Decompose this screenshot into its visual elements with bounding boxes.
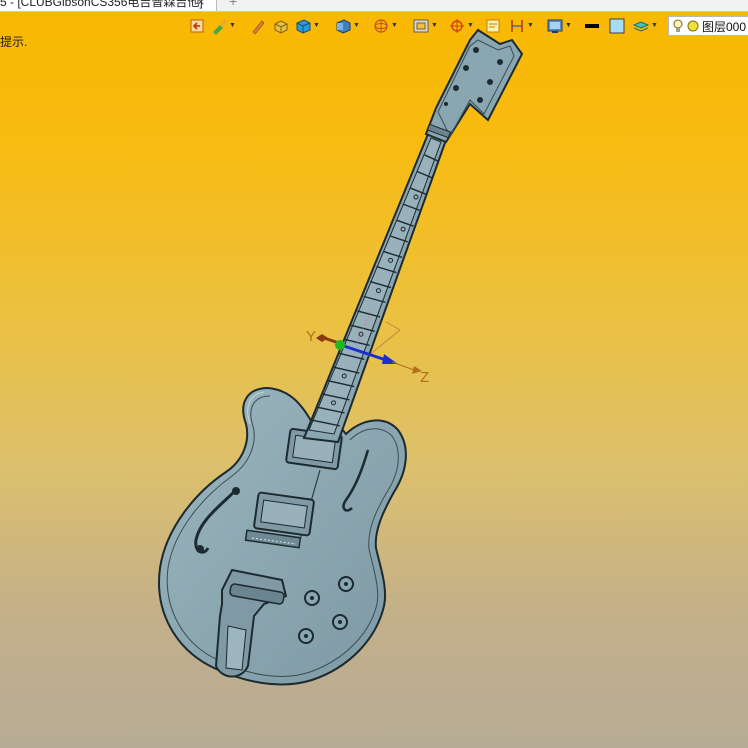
chevron-down-icon: ▼ [313, 22, 320, 29]
origin-crosshair-button[interactable]: ▼ [448, 15, 474, 37]
document-tab[interactable]: 5 - [CLUBGibsonCS356电吉普森吉他] × [0, 0, 217, 11]
paint-brush-icon [213, 19, 227, 35]
origin-crosshair-icon [450, 19, 464, 33]
view-toolbar: ▼ ▼ ▼ ▼ ▼ ▼ ▼ ▼ ▼ 图层000 [186, 15, 748, 37]
exit-sketch-icon [190, 19, 204, 33]
prompt-hint: 提示. [0, 35, 28, 49]
line-color-button[interactable] [584, 15, 600, 37]
wireframe-sphere-button[interactable]: ▼ [372, 15, 398, 37]
note-icon [486, 19, 500, 33]
wireframe-sphere-icon [374, 19, 388, 33]
box-shaded-button[interactable] [272, 15, 290, 37]
lightbulb-icon [673, 19, 683, 32]
note-button[interactable] [484, 15, 502, 37]
chevron-down-icon: ▼ [353, 22, 360, 29]
close-tab-icon[interactable]: × [197, 0, 205, 9]
chevron-down-icon: ▼ [527, 22, 534, 29]
chevron-down-icon: ▼ [651, 22, 658, 29]
layer-stack-icon [632, 21, 650, 32]
guitar-neck [302, 132, 448, 444]
chevron-down-icon: ▼ [467, 22, 474, 29]
z-axis-label: Z [420, 369, 429, 386]
layer-selector[interactable]: 图层000 [668, 16, 748, 36]
fill-color-icon [609, 18, 625, 34]
pencil-icon [252, 20, 265, 35]
layer-stack-button[interactable]: ▼ [632, 15, 658, 37]
layer-name: 图层000 [702, 19, 747, 34]
line-color-icon [585, 24, 599, 28]
headstock [424, 28, 524, 144]
bridge-pickup [253, 491, 315, 537]
document-tab-bar: 5 - [CLUBGibsonCS356电吉普森吉他] × + [0, 0, 748, 12]
y-axis-label: Y [306, 328, 316, 345]
pencil-button[interactable] [250, 15, 266, 37]
chevron-down-icon: ▼ [229, 22, 236, 29]
chevron-down-icon: ▼ [431, 22, 438, 29]
cube-icon [296, 19, 311, 34]
new-tab-icon[interactable]: + [229, 0, 237, 8]
dimension-button[interactable]: ▼ [508, 15, 534, 37]
chevron-down-icon: ▼ [391, 22, 398, 29]
fill-color-button[interactable] [608, 15, 626, 37]
dimension-icon [511, 20, 523, 32]
3d-viewport[interactable]: Y Z 5 - [CLUBGibsonCS356电吉普森吉他] × + 提示. … [0, 0, 748, 748]
display-settings-button[interactable]: ▼ [546, 15, 572, 37]
frame-view-icon [413, 19, 429, 33]
chevron-down-icon: ▼ [565, 22, 572, 29]
layer-status-icon [687, 20, 699, 32]
display-settings-icon [547, 19, 563, 33]
frame-view-button[interactable]: ▼ [412, 15, 438, 37]
document-tab-title: 5 - [CLUBGibsonCS356电吉普森吉他] [0, 0, 203, 9]
exit-sketch-button[interactable] [188, 15, 206, 37]
view-orientation-button[interactable]: ▼ [334, 15, 360, 37]
view-orientation-icon [336, 19, 351, 34]
guitar-model-canvas[interactable]: Y Z [0, 0, 748, 748]
box-shaded-icon [274, 20, 288, 34]
cube-button[interactable]: ▼ [294, 15, 320, 37]
paint-brush-button[interactable]: ▼ [210, 15, 236, 37]
